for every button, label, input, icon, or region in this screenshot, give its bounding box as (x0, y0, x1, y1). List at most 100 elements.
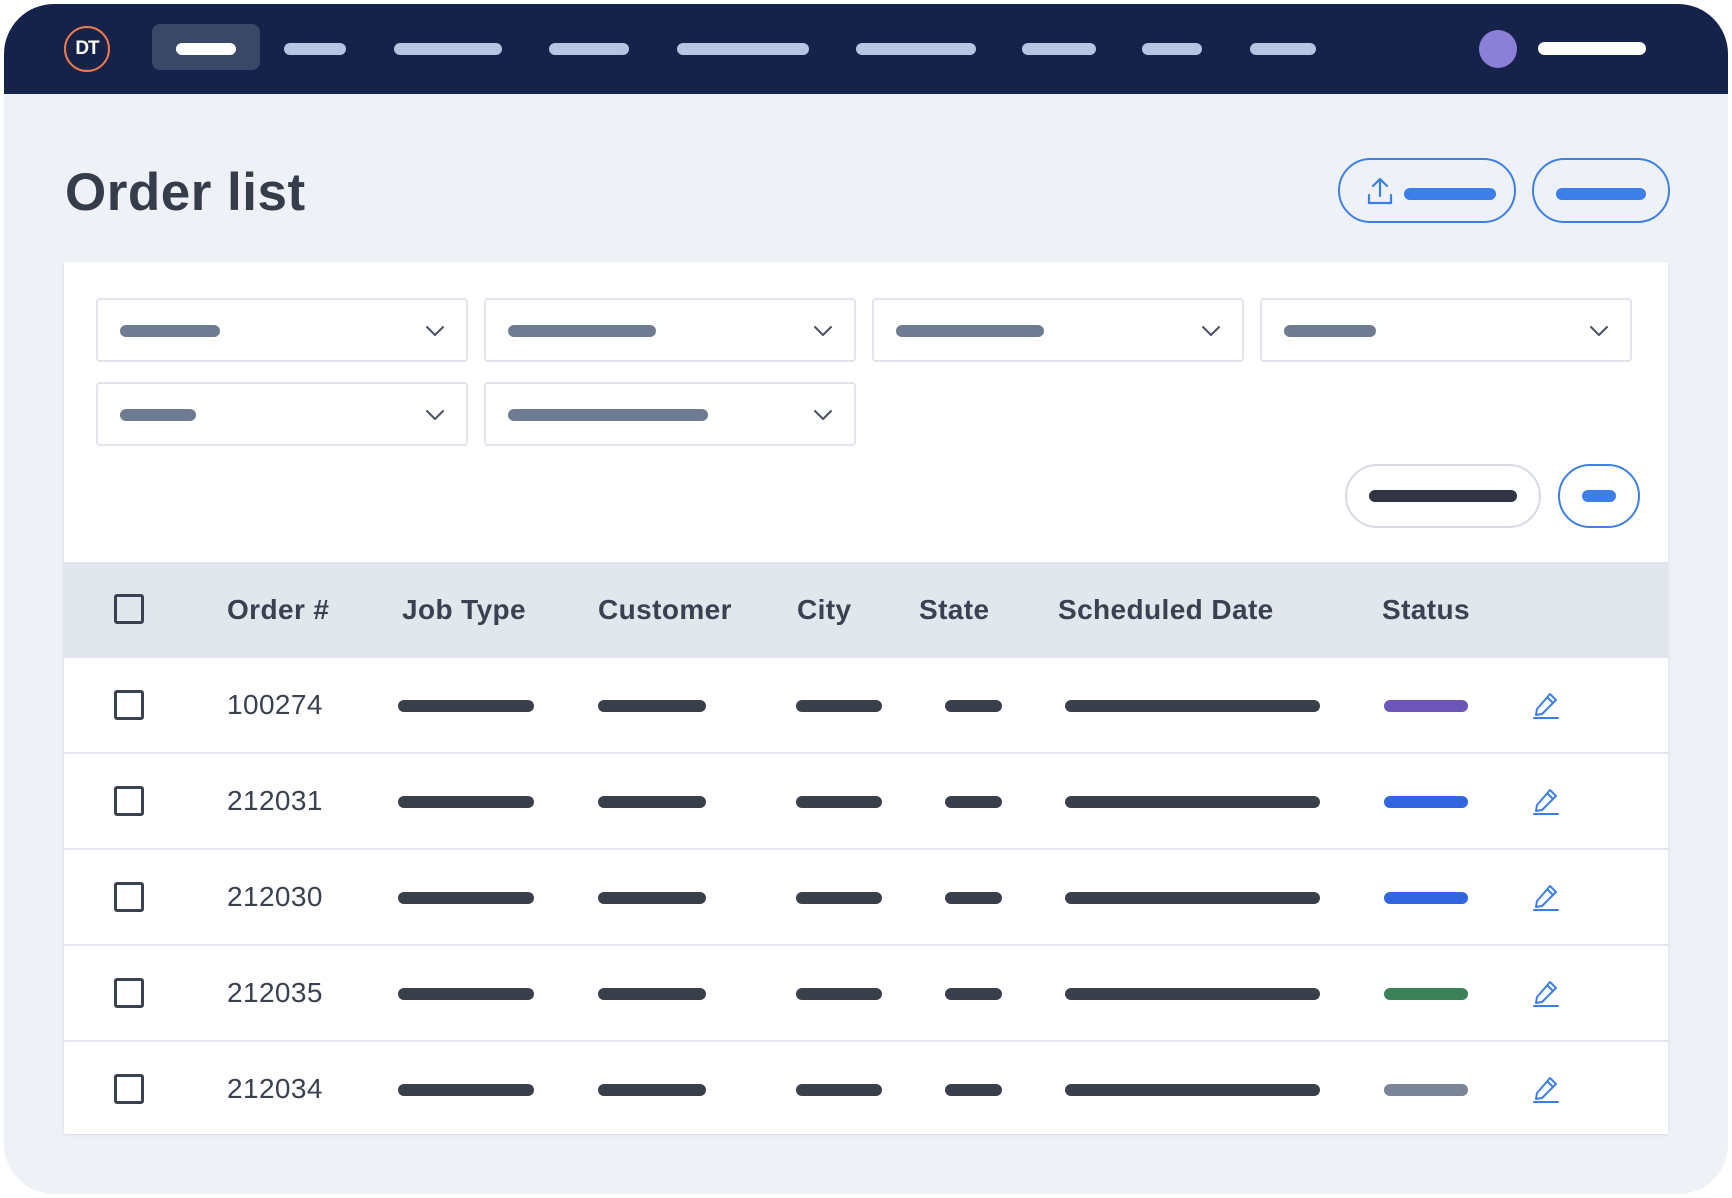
filter-dropdown-2[interactable] (484, 298, 856, 362)
edit-pencil-icon[interactable] (1531, 978, 1561, 1008)
nav-item-4[interactable] (539, 24, 629, 70)
logo[interactable]: DT (64, 26, 110, 72)
filter-dropdown-5[interactable] (96, 382, 468, 446)
row-checkbox[interactable] (114, 690, 144, 720)
nav-item-7[interactable] (1012, 24, 1098, 70)
nav-item-label (856, 43, 976, 55)
edit-pencil-icon[interactable] (1531, 882, 1561, 912)
status-badge (1384, 1084, 1468, 1096)
nav-item-9[interactable] (1240, 24, 1318, 70)
order-number: 212031 (227, 785, 323, 816)
dropdown-placeholder (120, 325, 220, 337)
order-number: 212035 (227, 977, 323, 1008)
upload-icon (1367, 177, 1393, 205)
filter-dropdown-3[interactable] (872, 298, 1244, 362)
customer-cell (598, 1084, 706, 1096)
chevron-down-icon (426, 410, 444, 420)
table-row[interactable]: 212034 (64, 1042, 1668, 1138)
customer-cell (598, 892, 706, 904)
column-customer[interactable]: Customer (598, 594, 732, 626)
state-cell (945, 988, 1002, 1000)
customer-cell (598, 700, 706, 712)
nav-item-label (176, 43, 236, 55)
nav-item-8[interactable] (1132, 24, 1204, 70)
order-number: 212034 (227, 1073, 323, 1104)
select-all-checkbox[interactable] (114, 594, 144, 624)
scheduled-date-cell (1065, 988, 1320, 1000)
job-type-cell (398, 892, 534, 904)
apply-filters-label (1582, 490, 1616, 502)
table-row[interactable]: 212035 (64, 946, 1668, 1042)
customer-cell (598, 796, 706, 808)
orders-card: Order # Job Type Customer City State Sch… (64, 262, 1668, 1134)
edit-pencil-icon[interactable] (1531, 690, 1561, 720)
row-checkbox[interactable] (114, 978, 144, 1008)
chevron-down-icon (426, 326, 444, 336)
filter-dropdown-6[interactable] (484, 382, 856, 446)
column-city[interactable]: City (797, 594, 852, 626)
column-status[interactable]: Status (1382, 594, 1470, 626)
city-cell (796, 796, 882, 808)
job-type-cell (398, 988, 534, 1000)
city-cell (796, 700, 882, 712)
city-cell (796, 988, 882, 1000)
job-type-cell (398, 1084, 534, 1096)
column-job-type[interactable]: Job Type (402, 594, 526, 626)
nav-item-5[interactable] (667, 24, 811, 70)
dropdown-placeholder (508, 409, 708, 421)
top-nav: DT (4, 4, 1728, 94)
column-state[interactable]: State (919, 594, 989, 626)
row-checkbox[interactable] (114, 882, 144, 912)
app-window: DT Order list Order # Job Type Customer … (4, 4, 1728, 1194)
nav-item-6[interactable] (846, 24, 976, 70)
nav-item-label (284, 43, 346, 55)
edit-pencil-icon[interactable] (1531, 1074, 1561, 1104)
nav-item-label (394, 43, 502, 55)
state-cell (945, 1084, 1002, 1096)
apply-filters-button[interactable] (1558, 464, 1640, 528)
nav-item-label (677, 43, 809, 55)
customer-cell (598, 988, 706, 1000)
row-checkbox[interactable] (114, 1074, 144, 1104)
filter-dropdown-4[interactable] (1260, 298, 1632, 362)
job-type-cell (398, 796, 534, 808)
upload-button[interactable] (1338, 158, 1516, 223)
upload-button-label (1404, 188, 1496, 200)
avatar[interactable] (1479, 30, 1517, 68)
table-row[interactable]: 212031 (64, 754, 1668, 850)
nav-item-label (1250, 43, 1316, 55)
nav-item-label (1142, 43, 1202, 55)
status-badge (1384, 700, 1468, 712)
status-badge (1384, 892, 1468, 904)
row-checkbox[interactable] (114, 786, 144, 816)
secondary-action-label (1556, 188, 1646, 200)
chevron-down-icon (814, 410, 832, 420)
nav-item-label (1022, 43, 1096, 55)
nav-item-2[interactable] (274, 24, 354, 70)
clear-filters-button[interactable] (1345, 464, 1541, 528)
order-number: 212030 (227, 881, 323, 912)
scheduled-date-cell (1065, 700, 1320, 712)
user-name[interactable] (1538, 42, 1646, 55)
secondary-action-button[interactable] (1532, 158, 1670, 223)
clear-filters-label (1369, 490, 1517, 502)
city-cell (796, 892, 882, 904)
scheduled-date-cell (1065, 1084, 1320, 1096)
nav-item-1[interactable] (152, 24, 260, 70)
dropdown-placeholder (508, 325, 656, 337)
order-number: 100274 (227, 689, 323, 720)
state-cell (945, 796, 1002, 808)
nav-item-3[interactable] (384, 24, 508, 70)
table-header: Order # Job Type Customer City State Sch… (64, 562, 1668, 658)
chevron-down-icon (1590, 326, 1608, 336)
state-cell (945, 892, 1002, 904)
table-row[interactable]: 212030 (64, 850, 1668, 946)
table-row[interactable]: 100274 (64, 658, 1668, 754)
dropdown-placeholder (120, 409, 196, 421)
filter-dropdown-1[interactable] (96, 298, 468, 362)
scheduled-date-cell (1065, 892, 1320, 904)
column-order-number[interactable]: Order # (227, 594, 329, 626)
dropdown-placeholder (1284, 325, 1376, 337)
edit-pencil-icon[interactable] (1531, 786, 1561, 816)
column-scheduled-date[interactable]: Scheduled Date (1058, 594, 1274, 626)
